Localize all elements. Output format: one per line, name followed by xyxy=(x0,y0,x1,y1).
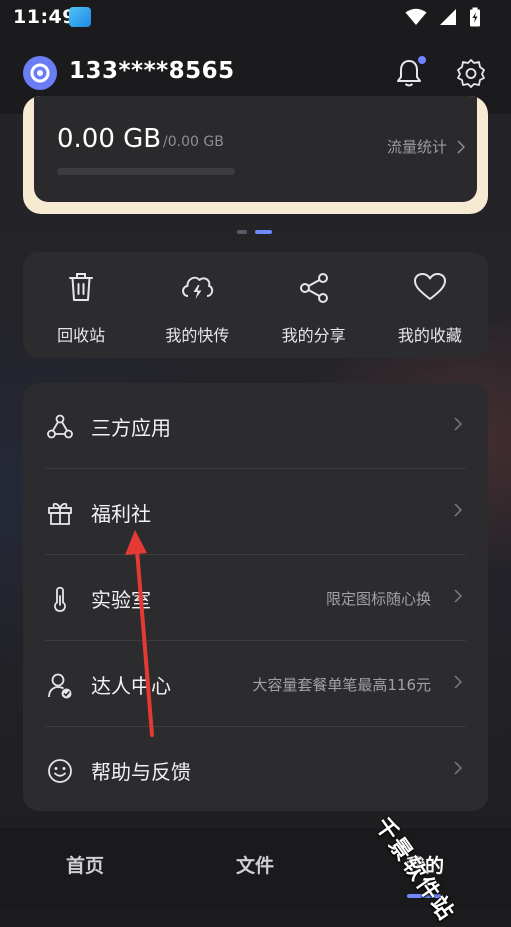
status-time: 11:49 xyxy=(13,6,76,28)
storage-card[interactable]: 0.00 GB /0.00 GB 流量统计 xyxy=(23,96,488,214)
quick-action-label: 我的快传 xyxy=(165,326,230,345)
wifi-icon xyxy=(405,8,427,25)
menu-item-title: 福利社 xyxy=(91,502,151,526)
tab-files[interactable]: 文件 xyxy=(236,851,274,878)
app-notification-icon xyxy=(69,7,91,27)
menu-item-laboratory[interactable]: 实验室 限定图标随心换 xyxy=(23,555,488,641)
quick-action-my-shares[interactable]: 我的分享 xyxy=(256,252,372,358)
status-icons xyxy=(405,7,481,27)
chevron-right-icon xyxy=(457,139,465,154)
menu-item-help-feedback[interactable]: 帮助与反馈 xyxy=(23,727,488,813)
quick-action-recycle-bin[interactable]: 回收站 xyxy=(23,252,139,358)
menu-item-third-party-apps[interactable]: 三方应用 xyxy=(23,383,488,469)
carousel-dot xyxy=(255,230,272,234)
apps-network-icon xyxy=(47,414,73,439)
chevron-right-icon xyxy=(454,589,462,603)
settings-gear-icon[interactable] xyxy=(456,58,486,88)
cloud-lightning-icon xyxy=(182,276,214,299)
avatar-logo-icon xyxy=(30,63,50,83)
quick-action-label: 回收站 xyxy=(57,326,106,345)
menu-item-title: 达人中心 xyxy=(91,674,171,698)
thermometer-icon xyxy=(54,586,66,612)
menu-item-title: 实验室 xyxy=(91,588,151,612)
chevron-right-icon xyxy=(454,417,462,431)
trash-icon xyxy=(69,273,94,301)
storage-used: 0.00 GB xyxy=(57,124,162,154)
chevron-right-icon xyxy=(454,761,462,775)
quick-action-label: 我的收藏 xyxy=(397,326,462,345)
carousel-indicator xyxy=(237,230,272,234)
gift-icon xyxy=(48,502,72,525)
storage-card-inner: 0.00 GB /0.00 GB 流量统计 xyxy=(34,96,477,202)
quick-actions-panel: 回收站 我的快传 我的分享 我的收藏 xyxy=(23,252,488,358)
tab-home[interactable]: 首页 xyxy=(66,851,104,878)
share-icon xyxy=(299,273,328,303)
menu-item-welfare-club[interactable]: 福利社 xyxy=(23,469,488,555)
quick-action-fast-transfer[interactable]: 我的快传 xyxy=(139,252,255,358)
chevron-right-icon xyxy=(454,675,462,689)
menu-item-title: 三方应用 xyxy=(91,416,171,440)
menu-list: 三方应用 福利社 实验室 限定图标随心换 达人中心 大容量套餐单笔最高116元 … xyxy=(23,383,488,811)
traffic-stats-label: 流量统计 xyxy=(386,138,447,156)
heart-icon xyxy=(413,273,446,300)
user-verified-icon xyxy=(48,673,72,699)
battery-icon xyxy=(470,7,480,27)
notification-dot xyxy=(418,56,426,64)
menu-item-subtitle: 大容量套餐单笔最高116元 xyxy=(252,676,431,694)
signal-icon xyxy=(440,9,456,25)
status-bar: 11:49 xyxy=(0,0,511,34)
storage-progress-bar xyxy=(57,168,235,175)
traffic-stats-link[interactable]: 流量统计 xyxy=(387,136,465,157)
menu-item-expert-center[interactable]: 达人中心 大容量套餐单笔最高116元 xyxy=(23,641,488,727)
quick-action-label: 我的分享 xyxy=(281,326,346,345)
smiley-icon xyxy=(48,759,72,783)
menu-item-subtitle: 限定图标随心换 xyxy=(325,590,431,608)
account-phone[interactable]: 133****8565 xyxy=(69,58,235,84)
chevron-right-icon xyxy=(454,503,462,517)
menu-item-title: 帮助与反馈 xyxy=(91,760,191,784)
quick-action-favorites[interactable]: 我的收藏 xyxy=(372,252,488,358)
carousel-dot xyxy=(237,230,247,234)
avatar[interactable] xyxy=(23,56,57,90)
storage-total: /0.00 GB xyxy=(163,134,224,150)
